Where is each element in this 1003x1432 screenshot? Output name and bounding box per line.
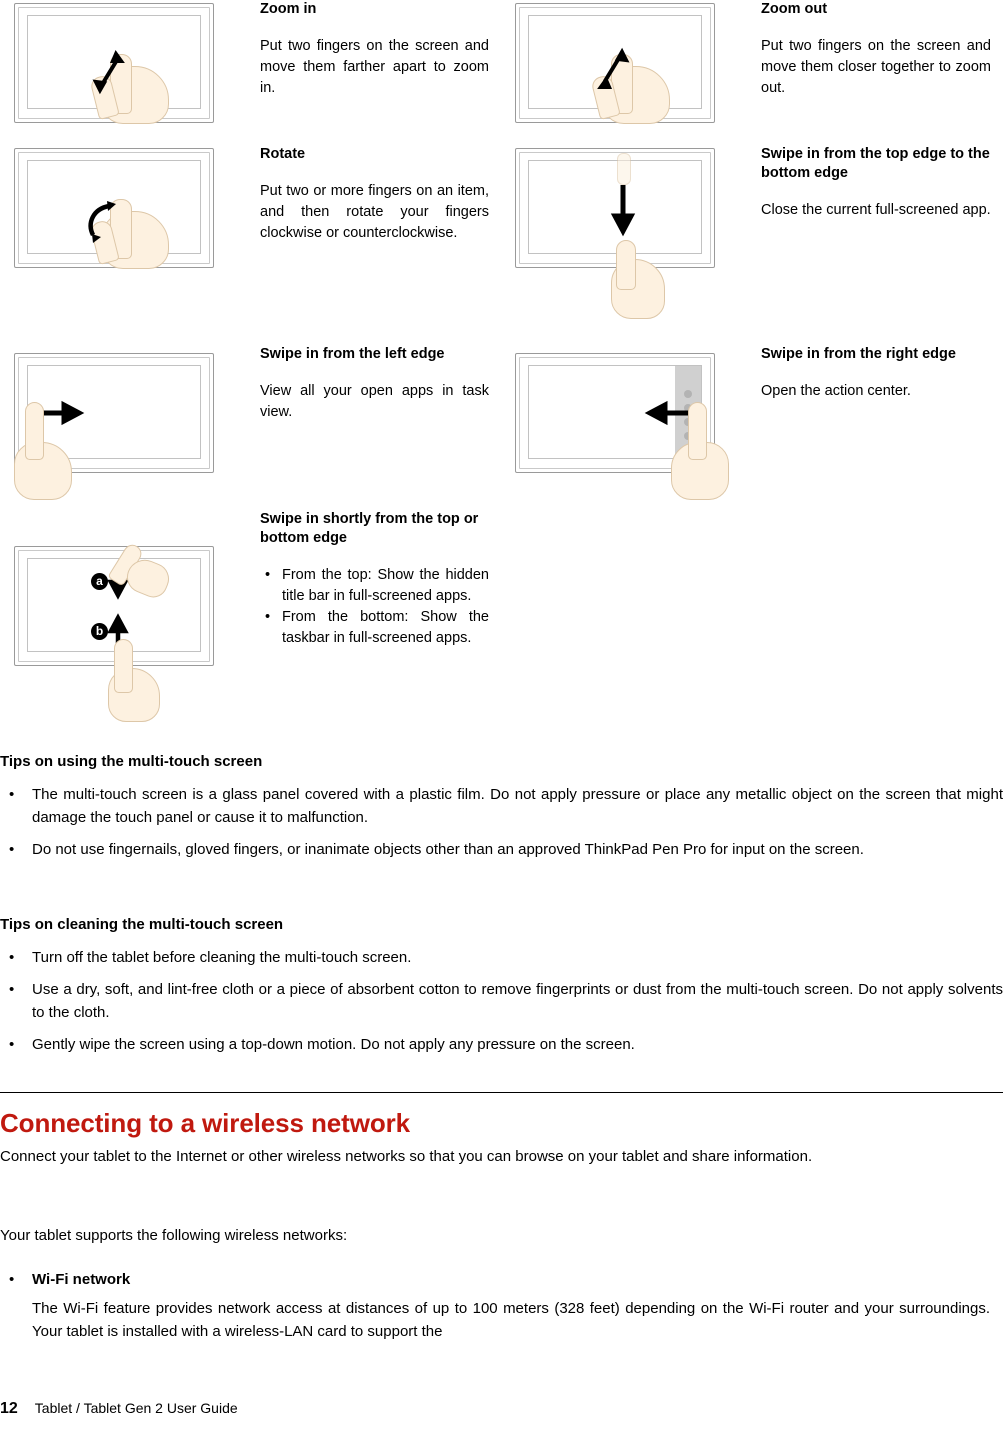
multi-touch-gesture-table: Zoom in Put two fingers on the screen an…	[0, 0, 1003, 725]
list-item-wifi-network: Wi-Fi network	[0, 1268, 1003, 1291]
gesture-cell-rotate: Rotate Put two or more fingers on an ite…	[0, 145, 501, 345]
hand-finger-index	[616, 240, 636, 290]
figure-swipe-left-edge	[0, 345, 260, 510]
figure-swipe-top-bottom	[501, 145, 761, 345]
gesture-cell-swipe-left-edge: Swipe in from the left edge View all you…	[0, 345, 501, 510]
gesture-cell-zoom-in: Zoom in Put two fingers on the screen an…	[0, 0, 501, 145]
action-center-dot	[684, 390, 692, 398]
rotate-arrow-icon	[88, 201, 116, 243]
list-item: Use a dry, soft, and lint-free cloth or …	[0, 978, 1003, 1024]
tablet-swipe-down-icon	[515, 148, 715, 319]
text-swipe-top-bottom: Swipe in from the top edge to the bottom…	[761, 145, 1003, 345]
gesture-bullet: From the top: Show the hidden title bar …	[260, 565, 489, 607]
figure-zoom-out	[501, 0, 761, 145]
tips-cleaning-list: Turn off the tablet before cleaning the …	[0, 946, 1003, 1056]
wireless-intro-paragraph: Connect your tablet to the Internet or o…	[0, 1148, 813, 1165]
wifi-network-label: Wi-Fi network	[32, 1271, 131, 1288]
figure-marker-b: b	[91, 623, 108, 640]
section-heading: Tips on cleaning the multi-touch screen	[0, 916, 284, 933]
text-rotate: Rotate Put two or more fingers on an ite…	[260, 145, 501, 345]
gesture-cell-swipe-top-to-bottom: Swipe in from the top edge to the bottom…	[501, 145, 1003, 345]
tips-on-cleaning-section: Tips on cleaning the multi-touch screen …	[0, 915, 1003, 1056]
text-zoom-out: Zoom out Put two fingers on the screen a…	[761, 0, 1003, 145]
wifi-network-description: The Wi-Fi feature provides network acces…	[32, 1300, 990, 1340]
text-zoom-in: Zoom in Put two fingers on the screen an…	[260, 0, 501, 145]
gesture-desc: Close the current full-screened app.	[761, 202, 991, 218]
gesture-desc: Put two fingers on the screen and move t…	[761, 38, 991, 96]
figure-zoom-in	[0, 0, 260, 145]
gesture-title: Swipe in from the top edge to the bottom…	[761, 146, 990, 181]
section-heading: Tips on using the multi-touch screen	[0, 753, 263, 770]
gesture-title: Rotate	[260, 146, 306, 162]
footer-guide-title: Tablet / Tablet Gen 2 User Guide	[34, 1400, 238, 1416]
gesture-desc: Put two or more fingers on an item, and …	[260, 183, 489, 241]
gesture-row: Zoom in Put two fingers on the screen an…	[0, 0, 1003, 145]
tablet-swipe-short-icon: a b	[14, 541, 214, 722]
figure-marker-a: a	[91, 573, 108, 590]
gesture-cell-zoom-out: Zoom out Put two fingers on the screen a…	[501, 0, 1003, 145]
wireless-supports-line: Your tablet supports the following wirel…	[0, 1227, 348, 1244]
gesture-title: Swipe in from the right edge	[761, 346, 956, 362]
gesture-title: Swipe in from the left edge	[260, 346, 445, 362]
gesture-cell-empty	[501, 510, 1003, 725]
figure-swipe-shortly: a b	[0, 510, 260, 725]
tips-on-using-section: Tips on using the multi-touch screen The…	[0, 752, 1003, 861]
list-item: Turn off the tablet before cleaning the …	[0, 946, 1003, 969]
tablet-pinch-close-icon	[515, 3, 715, 124]
pinch-open-arrow-icon	[92, 49, 125, 95]
tablet-pinch-open-icon	[14, 3, 214, 124]
tips-using-list: The multi-touch screen is a glass panel …	[0, 783, 1003, 861]
hand-finger-bottom	[114, 639, 133, 693]
text-swipe-shortly: Swipe in shortly from the top or bottom …	[260, 510, 501, 725]
list-item: The multi-touch screen is a glass panel …	[0, 783, 1003, 829]
page-number: 12	[0, 1400, 18, 1417]
page-title-connecting-wireless: Connecting to a wireless network	[0, 1108, 410, 1138]
tablet-swipe-right-icon	[14, 353, 214, 500]
hand-finger-index	[688, 402, 707, 460]
down-arrow-icon	[610, 185, 636, 237]
gesture-row: Rotate Put two or more fingers on an ite…	[0, 145, 1003, 345]
gesture-title: Zoom in	[260, 1, 317, 17]
tablet-swipe-left-icon	[515, 353, 729, 500]
wireless-network-list: Wi-Fi network	[0, 1268, 1003, 1291]
gesture-cell-swipe-shortly: a b Swipe in shortly from the top or bot…	[0, 510, 501, 725]
wireless-network-list-section: Wi-Fi network The Wi-Fi feature provides…	[0, 1268, 1003, 1343]
gesture-row: a b Swipe in shortly from the top or bot…	[0, 510, 1003, 725]
list-item: Do not use fingernails, gloved fingers, …	[0, 838, 1003, 861]
hand-finger-index	[25, 402, 44, 460]
figure-swipe-right-edge	[501, 345, 761, 510]
gesture-desc: View all your open apps in task view.	[260, 383, 489, 420]
text-swipe-left-edge: Swipe in from the left edge View all you…	[260, 345, 501, 510]
figure-rotate	[0, 145, 260, 345]
gesture-row: Swipe in from the left edge View all you…	[0, 345, 1003, 510]
gesture-desc: Open the action center.	[761, 383, 911, 399]
gesture-bullet: From the bottom: Show the taskbar in ful…	[260, 607, 489, 649]
hand-ghost-finger	[617, 153, 631, 185]
page-footer: 12 Tablet / Tablet Gen 2 User Guide	[0, 1400, 238, 1418]
pinch-close-arrow-icon	[597, 47, 630, 89]
section-divider	[0, 1092, 1003, 1093]
gesture-desc: Put two fingers on the screen and move t…	[260, 38, 489, 96]
text-swipe-right-edge: Swipe in from the right edge Open the ac…	[761, 345, 1003, 510]
gesture-title: Zoom out	[761, 1, 828, 17]
gesture-bullet-list: From the top: Show the hidden title bar …	[260, 565, 489, 649]
list-item: Gently wipe the screen using a top-down …	[0, 1033, 1003, 1056]
tablet-rotate-icon	[14, 148, 214, 269]
gesture-cell-swipe-right-edge: Swipe in from the right edge Open the ac…	[501, 345, 1003, 510]
gesture-title: Swipe in shortly from the top or bottom …	[260, 511, 479, 546]
